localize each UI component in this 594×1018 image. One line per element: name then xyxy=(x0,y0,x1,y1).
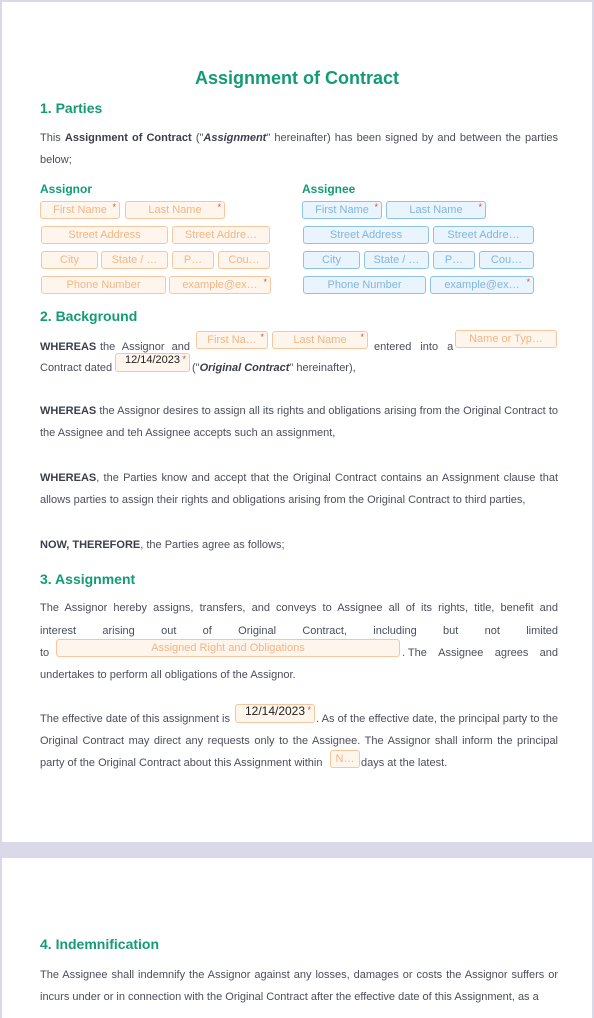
notice-days-input[interactable]: N… xyxy=(330,750,360,768)
section-heading-parties: 1. Parties xyxy=(40,100,103,116)
assigned-rights-input[interactable]: Assigned Right and Obligations xyxy=(56,639,400,657)
document-page-1: Assignment of Contract 1. Parties This A… xyxy=(2,2,592,842)
assignee-label: Assignee xyxy=(302,182,356,196)
now-therefore-paragraph: NOW, THEREFORE, the Parties agree as fol… xyxy=(40,539,285,551)
effective-date-text: . As of the effective date, the principa… xyxy=(316,713,558,725)
assignee-phone-input[interactable]: Phone Number xyxy=(303,276,426,294)
assignee-last-name-input[interactable]: Last Name * xyxy=(386,201,486,219)
required-marker: * xyxy=(260,332,264,342)
assignee-postal-input[interactable]: P… xyxy=(433,251,475,269)
whereas-2-paragraph: WHEREAS the Assignor desires to assign a… xyxy=(40,405,558,439)
parties-intro: This Assignment of Contract ("Assignment… xyxy=(40,132,559,166)
assignor-postal-input[interactable]: P… xyxy=(172,251,214,269)
original-contract-text: ("Original Contract" hereinafter), xyxy=(192,362,356,374)
assignor-street-address-input[interactable]: Street Address xyxy=(41,226,168,244)
required-marker: * xyxy=(360,332,364,342)
assignor-label: Assignor xyxy=(40,182,93,196)
effective-date-label: The effective date of this assignment is xyxy=(40,713,230,725)
required-marker: * xyxy=(112,202,116,212)
required-marker: * xyxy=(307,705,311,715)
effective-date-input[interactable]: 12/14/2023 * xyxy=(235,704,315,723)
assignee-country-input[interactable]: Cou… xyxy=(479,251,534,269)
assignment-line-1: The Assignor hereby assigns, transfers, … xyxy=(40,602,558,614)
assignor-city-input[interactable]: City xyxy=(41,251,98,269)
required-marker: * xyxy=(478,202,482,212)
notice-days-label: party of the Original Contract about thi… xyxy=(40,757,323,769)
assignee-email-input[interactable]: example@ex… * xyxy=(430,276,534,294)
section-heading-assignment: 3. Assignment xyxy=(40,571,136,587)
contract-party-first-name-input[interactable]: First Na… * xyxy=(196,331,268,349)
document-page-2: 4. Indemnification The Assignee shall in… xyxy=(2,858,592,1018)
contract-dated-label: Contract dated xyxy=(40,362,113,374)
assignment-line-2: interest arising out of Original Contract, inc… xyxy=(40,625,558,637)
section-heading-background: 2. Background xyxy=(40,308,138,324)
document-title: Assignment of Contract xyxy=(194,68,399,88)
required-marker: * xyxy=(263,277,267,287)
whereas-3-paragraph: WHEREAS, the Parties know and accept tha… xyxy=(40,472,558,506)
contract-date-input[interactable]: 12/14/2023 * xyxy=(115,353,190,372)
assignor-street-address-2-input[interactable]: Street Addre… xyxy=(172,226,270,244)
assignee-street-address-2-input[interactable]: Street Addre… xyxy=(433,226,534,244)
required-marker: * xyxy=(374,202,378,212)
whereas-1-text: WHEREAS xyxy=(40,341,97,353)
assignor-email-input[interactable]: example@ex… * xyxy=(169,276,271,294)
required-marker: * xyxy=(182,354,186,364)
contract-type-input[interactable]: Name or Typ… xyxy=(455,330,557,348)
indemnification-paragraph: The Assignee shall indemnify the Assigno… xyxy=(40,969,558,1003)
assignor-first-name-input[interactable]: First Name * xyxy=(40,201,120,219)
assignee-street-address-input[interactable]: Street Address xyxy=(303,226,429,244)
assignor-state-input[interactable]: State / … xyxy=(101,251,168,269)
assignor-phone-input[interactable]: Phone Number xyxy=(41,276,166,294)
required-marker: * xyxy=(217,202,221,212)
effective-date-line-2: Original Contract may direct any request… xyxy=(40,735,558,747)
assignor-country-input[interactable]: Cou… xyxy=(218,251,270,269)
whereas-1-text-b: entered into a xyxy=(374,341,454,353)
assignment-to-text: to xyxy=(40,647,50,659)
section-heading-indemnification: 4. Indemnification xyxy=(40,936,160,952)
assignor-last-name-input[interactable]: Last Name * xyxy=(125,201,225,219)
contract-party-last-name-input[interactable]: Last Name * xyxy=(272,331,368,349)
assignee-city-input[interactable]: City xyxy=(303,251,360,269)
assignment-line-3: . The Assignee agrees and xyxy=(402,647,558,659)
assignee-state-input[interactable]: State / … xyxy=(364,251,429,269)
assignee-first-name-input[interactable]: First Name * xyxy=(302,201,382,219)
assignment-line-4: undertakes to perform all obligations of… xyxy=(40,669,296,681)
required-marker: * xyxy=(526,277,530,287)
notice-days-text: days at the latest. xyxy=(361,757,448,769)
